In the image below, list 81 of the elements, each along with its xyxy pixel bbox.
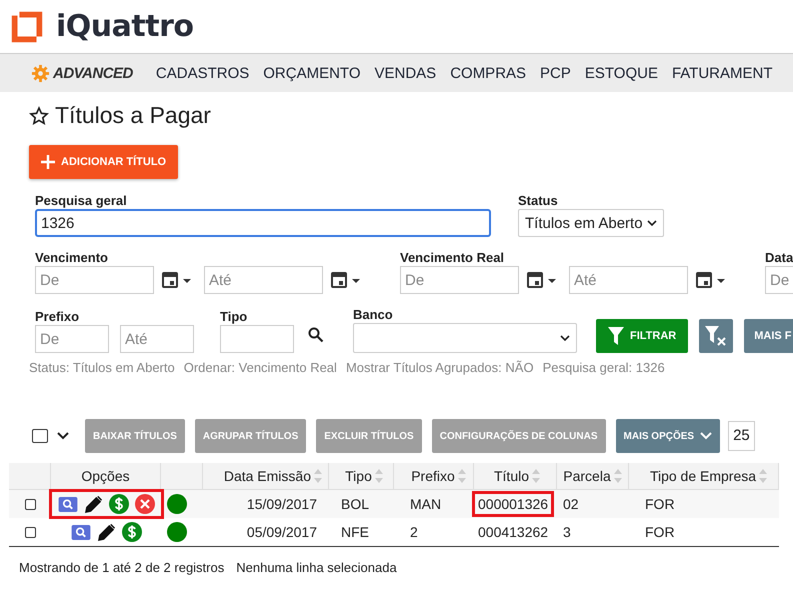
table-cell-text: 15/09/2017	[246, 495, 318, 514]
column-header: Opções	[51, 463, 161, 489]
search-icon[interactable]	[308, 327, 324, 343]
table-cell-text: 05/09/2017	[246, 523, 318, 542]
menu-item[interactable]: COMPRAS	[450, 64, 526, 82]
menu-item[interactable]: VENDAS	[374, 64, 436, 82]
field-label: Data	[765, 250, 793, 265]
date-field[interactable]: De	[765, 266, 793, 294]
chevron-down-icon[interactable]	[560, 335, 570, 341]
table-cell-text: BOL	[340, 495, 370, 514]
field-label: Tipo	[220, 309, 248, 324]
field-label: Vencimento	[35, 250, 109, 265]
table-cell: 000001326	[472, 491, 554, 517]
search-field[interactable]: 1326	[35, 209, 491, 237]
table-cell-text: 000413262	[477, 523, 550, 542]
filter-summary: Ordenar: Vencimento Real	[184, 360, 337, 375]
field-label: Prefixo	[35, 309, 80, 324]
table-cell-text: MAN	[409, 495, 442, 514]
column-header[interactable]: Título	[494, 468, 529, 484]
brand-name: iQuattro	[56, 9, 194, 44]
date-field[interactable]: De	[400, 266, 519, 294]
prefix-field[interactable]: De	[35, 325, 109, 353]
menu-item[interactable]: PCP	[540, 64, 571, 82]
filter-summary: Mostrar Títulos Agrupados: NÃO	[346, 360, 534, 375]
chevron-down-icon[interactable]	[57, 432, 69, 440]
select-all-checkbox[interactable]	[32, 429, 48, 443]
clear-filter-button[interactable]	[699, 319, 734, 353]
table-cell-text: NFE	[340, 523, 370, 542]
table-cell-text: 2	[409, 523, 419, 542]
view-icon[interactable]	[70, 524, 90, 540]
column-header[interactable]: Tipo de Empresa	[650, 468, 756, 484]
delete-icon[interactable]	[134, 494, 154, 514]
table-cell-text: 02	[562, 495, 580, 514]
type-field[interactable]	[220, 325, 294, 353]
date-field[interactable]: De	[35, 266, 154, 294]
table-info: Nenhuma linha selecionada	[236, 560, 397, 575]
page-title: Títulos a Pagar	[55, 102, 211, 129]
menu-item[interactable]: FATURAMENT	[672, 64, 773, 82]
page-size-field[interactable]: 25	[728, 421, 755, 451]
more-filters-button[interactable]: MAIS F	[744, 319, 793, 353]
chevron-down-icon	[700, 432, 712, 440]
status-dropdown[interactable]: Títulos em Aberto	[518, 209, 664, 237]
calendar-dropdown-icon[interactable]	[162, 271, 192, 289]
table-cell-text: 3	[562, 523, 572, 542]
table-cell-text: FOR	[644, 523, 676, 542]
date-field[interactable]: Até	[204, 266, 323, 294]
prefix-field[interactable]: Até	[120, 325, 194, 353]
menu-item[interactable]: CADASTROS	[156, 64, 250, 82]
table-info: Mostrando de 1 até 2 de 2 registros	[19, 560, 224, 575]
filter-summary: Pesquisa geral: 1326	[542, 360, 665, 375]
filter-summary: Status: Títulos em Aberto	[29, 360, 175, 375]
pencil-icon[interactable]	[84, 494, 102, 514]
column-header[interactable]: Parcela	[563, 468, 611, 484]
calendar-dropdown-icon[interactable]	[331, 271, 361, 289]
plus-icon	[41, 155, 55, 169]
menu-item[interactable]: ESTOQUE	[584, 64, 658, 82]
view-icon[interactable]	[58, 496, 78, 512]
field-label: Pesquisa geral	[35, 193, 128, 208]
row-checkbox[interactable]	[24, 498, 36, 510]
row-checkbox[interactable]	[24, 526, 36, 538]
pencil-icon[interactable]	[96, 522, 116, 542]
calendar-dropdown-icon[interactable]	[527, 271, 557, 289]
dollar-icon[interactable]	[122, 522, 142, 542]
star-icon[interactable]	[29, 106, 49, 126]
table-cell-text: FOR	[644, 495, 676, 514]
edition-label: ADVANCED	[53, 64, 133, 82]
date-field[interactable]: Até	[569, 266, 688, 294]
more-options-button[interactable]: MAIS OPÇÕES	[616, 419, 720, 453]
field-label: Banco	[353, 307, 394, 322]
dollar-icon[interactable]	[108, 494, 128, 514]
filter-clear-icon	[705, 326, 728, 346]
field-label: Vencimento Real	[400, 250, 506, 265]
column-header[interactable]: Prefixo	[411, 468, 455, 484]
filter-button[interactable]: FILTRAR	[596, 319, 688, 353]
chevron-down-icon[interactable]	[647, 220, 657, 226]
field-label: Status	[518, 193, 559, 208]
filter-icon	[608, 327, 624, 345]
column-header[interactable]: Tipo	[345, 468, 372, 484]
column-header[interactable]: Data Emissão	[224, 468, 311, 484]
menu-item[interactable]: ORÇAMENTO	[263, 64, 360, 82]
calendar-dropdown-icon[interactable]	[696, 271, 726, 289]
